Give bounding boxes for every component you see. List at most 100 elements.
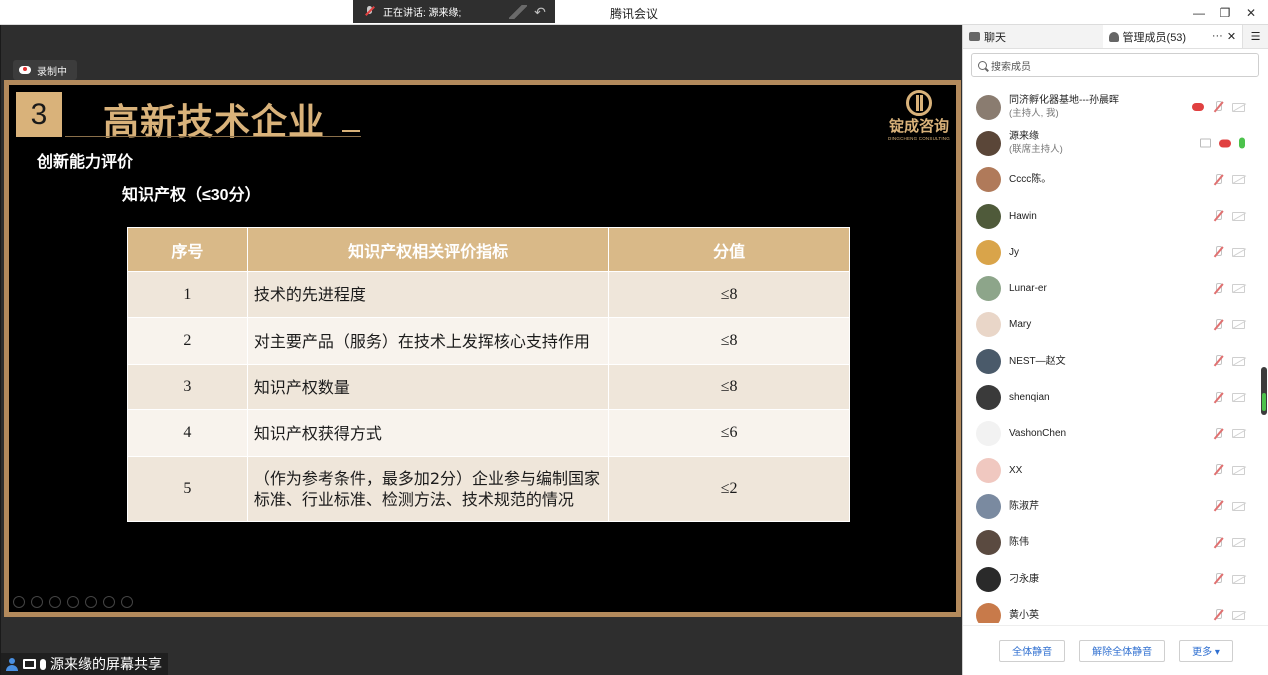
member-row[interactable]: 黄小英 <box>963 597 1255 623</box>
slide-title: 高新技术企业 <box>103 101 326 142</box>
company-logo: 锭成咨询 DINGCHENG CONSULTING <box>887 90 951 148</box>
member-row[interactable]: NEST—赵文 <box>963 343 1255 379</box>
muted-mic-icon[interactable] <box>1212 609 1224 621</box>
muted-mic-icon[interactable] <box>1212 210 1224 222</box>
member-row[interactable]: Mary <box>963 307 1255 343</box>
member-name: Hawin <box>1009 210 1037 222</box>
camera-off-icon[interactable] <box>1232 538 1245 548</box>
subtitle-icon[interactable] <box>85 596 97 608</box>
table-row: 5 （作为参考条件，最多加2分）企业参与编制国家标准、行业标准、检测方法、技术规… <box>127 456 850 522</box>
zoom-icon[interactable] <box>67 596 79 608</box>
muted-mic-icon[interactable] <box>1212 536 1224 549</box>
member-row[interactable]: 源来缘 (联席主持人) <box>963 125 1255 161</box>
muted-mic-icon[interactable] <box>1212 318 1224 331</box>
app-title: 腾讯会议 <box>609 7 658 21</box>
ip-evaluation-table: 序号 知识产权相关评价指标 分值 1 技术的先进程度 ≤8 2 对主要产品（服务… <box>127 227 850 522</box>
member-row[interactable]: Jy <box>963 234 1255 270</box>
recording-icon[interactable] <box>1219 139 1231 148</box>
mic-icon <box>40 658 46 670</box>
camera-off-icon[interactable] <box>1232 393 1245 403</box>
member-row[interactable]: Hawin <box>963 198 1255 234</box>
mute-all-button[interactable]: 全体静音 <box>999 639 1066 662</box>
recording-icon[interactable] <box>1192 103 1204 112</box>
panel-menu-icon[interactable]: ☰ <box>1242 25 1268 48</box>
table-row: 1 技术的先进程度 ≤8 <box>127 271 850 318</box>
member-row[interactable]: 陈伟 <box>963 525 1255 561</box>
audio-level-indicator <box>1262 393 1266 411</box>
camera-off-icon[interactable] <box>1232 501 1245 511</box>
camera-off-icon[interactable] <box>1232 465 1245 475</box>
slides-grid-icon[interactable] <box>103 596 115 608</box>
tab-chat[interactable]: 聊天 <box>963 25 1103 48</box>
camera-off-icon[interactable] <box>1232 284 1245 294</box>
more-dots-icon[interactable]: ··· <box>1212 30 1223 43</box>
header-score: 分值 <box>608 227 850 272</box>
camera-off-icon[interactable] <box>1232 610 1245 620</box>
member-row[interactable]: Cccc陈。 <box>963 162 1255 198</box>
camera-off-icon[interactable] <box>1232 429 1245 439</box>
member-row[interactable]: 刁永康 <box>963 561 1255 597</box>
member-list: 同济孵化器基地---孙晨晖 (主持人, 我) 源来缘 (联席主持人) Cccc陈。 Haw… <box>963 89 1255 623</box>
member-row[interactable]: 同济孵化器基地---孙晨晖 (主持人, 我) <box>963 89 1255 125</box>
muted-mic-icon[interactable] <box>1212 427 1224 440</box>
camera-off-icon[interactable] <box>1232 102 1245 112</box>
cell-indicator: 知识产权获得方式 <box>246 409 610 457</box>
tab-members-label: 管理成员(53) <box>1122 31 1187 44</box>
muted-mic-icon[interactable] <box>1212 573 1224 585</box>
member-name: 陈伟 <box>1009 537 1029 549</box>
member-name: shenqian <box>1009 392 1050 404</box>
avatar <box>976 167 1001 193</box>
table-header-row: 序号 知识产权相关评价指标 分值 <box>127 227 850 272</box>
camera-off-icon[interactable] <box>1232 320 1245 330</box>
member-name: 黄小英 <box>1009 609 1039 621</box>
pen-tool-icon[interactable] <box>49 596 61 608</box>
camera-off-icon[interactable] <box>1232 211 1245 221</box>
maximize-button[interactable]: ❐ <box>1212 6 1238 20</box>
muted-mic-icon[interactable] <box>1212 246 1224 258</box>
prev-slide-icon[interactable] <box>13 596 25 608</box>
slide-number-box: 3 <box>16 92 62 137</box>
unmute-all-button[interactable]: 解除全体静音 <box>1079 639 1166 662</box>
muted-mic-icon[interactable] <box>1212 464 1224 476</box>
members-icon <box>1108 31 1119 42</box>
more-options-icon[interactable] <box>121 596 133 608</box>
member-row[interactable]: shenqian <box>963 379 1255 415</box>
member-row[interactable]: VashonChen <box>963 416 1255 452</box>
cell-no: 3 <box>127 364 248 410</box>
camera-off-icon[interactable] <box>1232 247 1245 257</box>
muted-mic-icon[interactable] <box>1212 500 1224 512</box>
minimize-button[interactable]: — <box>1186 6 1212 20</box>
muted-mic-icon[interactable] <box>1212 101 1224 113</box>
close-window-button[interactable]: ✕ <box>1238 6 1264 20</box>
avatar <box>976 421 1001 447</box>
muted-mic-icon[interactable] <box>1212 173 1224 186</box>
mic-on-icon[interactable] <box>1239 137 1245 149</box>
speaking-indicator[interactable]: 正在讲话: 源来缘; ↶ <box>353 0 555 23</box>
member-row[interactable]: Lunar-er <box>963 270 1255 306</box>
tab-members[interactable]: 管理成员(53) ··· ✕ <box>1102 25 1243 48</box>
undo-icon[interactable]: ↶ <box>531 5 549 19</box>
screen-share-icon[interactable] <box>1200 138 1211 148</box>
camera-off-icon[interactable] <box>1232 175 1245 185</box>
recording-badge[interactable]: 录制中 <box>13 60 77 80</box>
camera-off-icon[interactable] <box>1232 574 1245 584</box>
cell-indicator: 知识产权数量 <box>246 364 610 410</box>
close-panel-icon[interactable]: ✕ <box>1227 30 1236 43</box>
muted-mic-icon[interactable] <box>1212 355 1224 367</box>
member-row[interactable]: XX <box>963 452 1255 488</box>
muted-mic-icon[interactable] <box>1212 391 1224 404</box>
screen-share-icon <box>23 659 36 669</box>
cell-score: ≤8 <box>608 364 850 410</box>
screen-share-bar[interactable]: 源来缘的屏幕共享 <box>1 653 168 675</box>
annotate-pencil-icon[interactable] <box>509 4 527 19</box>
header-indicator: 知识产权相关评价指标 <box>246 227 610 272</box>
side-panel: 聊天 管理成员(53) ··· ✕ ☰ 搜索成员 同济孵化器基地---孙晨晖 (主… <box>962 25 1268 675</box>
member-list-scrollbar[interactable] <box>1260 89 1266 623</box>
muted-mic-icon[interactable] <box>1212 282 1224 295</box>
member-row[interactable]: 陈淑芹 <box>963 488 1255 524</box>
next-slide-icon[interactable] <box>31 596 43 608</box>
more-button[interactable]: 更多 ▾ <box>1179 639 1233 662</box>
camera-off-icon[interactable] <box>1232 356 1245 366</box>
member-role: (主持人, 我) <box>1009 108 1059 120</box>
member-search-input[interactable]: 搜索成员 <box>971 53 1259 77</box>
